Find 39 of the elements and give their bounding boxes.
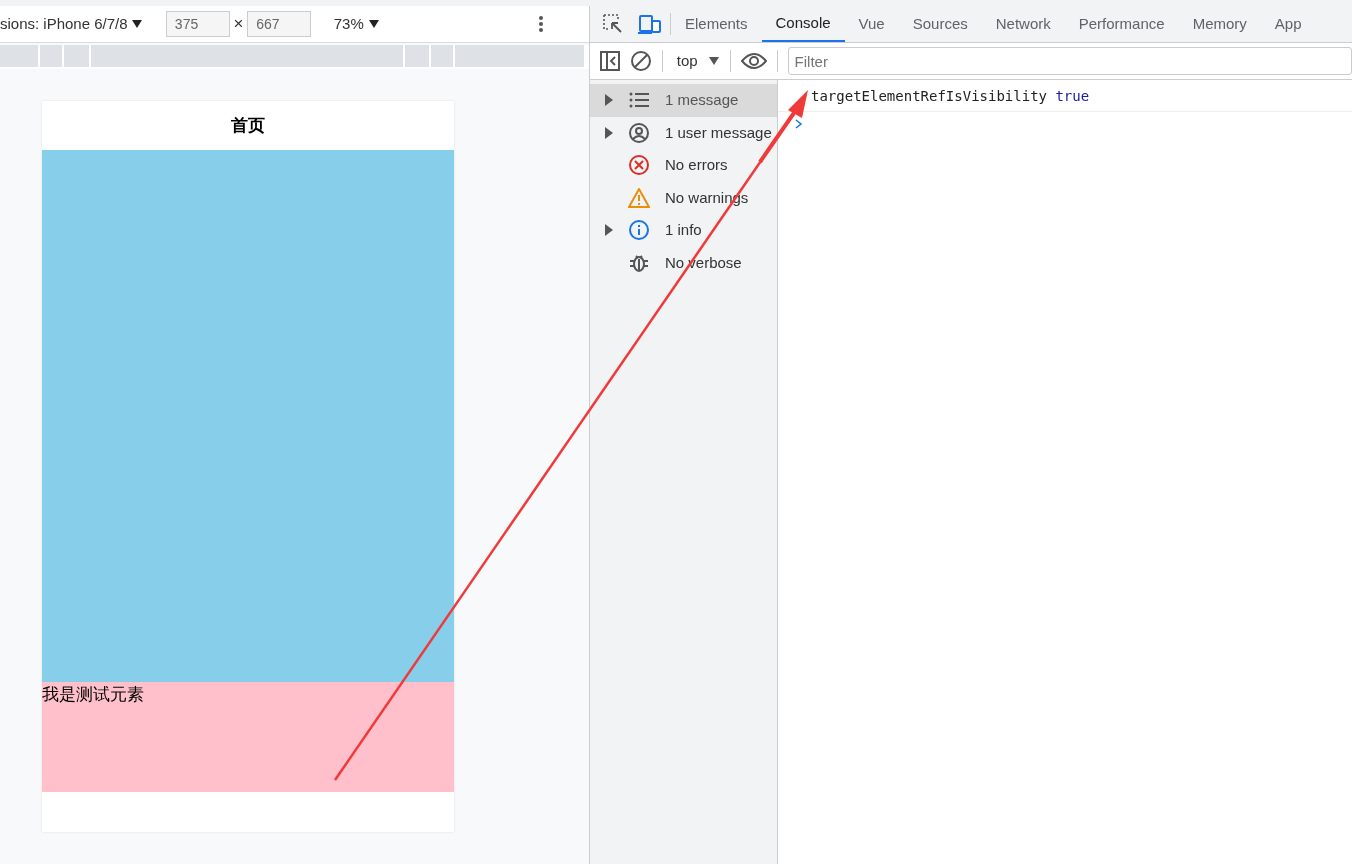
more-options-icon[interactable] — [537, 15, 544, 33]
bug-icon — [628, 252, 650, 273]
expand-arrow-icon[interactable] — [605, 224, 613, 237]
sidebar-toggle-icon[interactable] — [600, 51, 620, 71]
sidebar-item[interactable]: 1 info — [590, 214, 777, 247]
context-selector[interactable]: top — [676, 49, 698, 73]
panel-tab[interactable]: Elements — [671, 6, 762, 42]
error-icon — [628, 155, 650, 176]
dimensions-label[interactable]: sions: iPhone 6/7/8 — [0, 12, 128, 36]
width-input[interactable]: 375 — [165, 11, 230, 37]
filter-input[interactable]: Filter — [787, 47, 1352, 75]
clear-console-icon[interactable] — [630, 50, 652, 72]
panel-tab[interactable]: Memory — [1178, 6, 1261, 42]
device-toggle-icon[interactable] — [638, 13, 662, 35]
warning-icon — [628, 187, 650, 208]
sidebar-item[interactable]: 1 message — [590, 84, 777, 117]
dropdown-caret-icon[interactable] — [367, 19, 380, 29]
zoom-label[interactable]: 73% — [333, 12, 364, 36]
page-title: 首页 — [230, 114, 266, 137]
dropdown-caret-icon[interactable] — [131, 19, 144, 29]
eye-icon[interactable] — [740, 52, 767, 70]
panel-tab[interactable]: Console — [761, 6, 845, 42]
sidebar-item[interactable]: 1 user message — [590, 116, 777, 149]
test-element-text: 我是测试元素 — [42, 685, 144, 704]
info-icon — [628, 220, 650, 241]
expand-arrow-icon[interactable] — [605, 126, 613, 139]
prompt-chevron-icon — [795, 119, 803, 130]
expand-arrow-icon[interactable] — [605, 94, 613, 107]
user-icon — [628, 122, 650, 143]
panel-tab[interactable]: Sources — [898, 6, 982, 42]
inspect-icon[interactable] — [602, 13, 624, 35]
dropdown-caret-icon[interactable] — [707, 56, 720, 66]
panel-tab[interactable]: Vue — [844, 6, 899, 42]
sidebar-item[interactable]: No errors — [590, 149, 777, 182]
height-input[interactable]: 667 — [247, 11, 312, 37]
times-sign: × — [233, 13, 244, 36]
panel-tab[interactable]: App — [1260, 6, 1316, 42]
panel-tab[interactable]: Network — [981, 6, 1065, 42]
panel-tab[interactable]: Performance — [1064, 6, 1179, 42]
